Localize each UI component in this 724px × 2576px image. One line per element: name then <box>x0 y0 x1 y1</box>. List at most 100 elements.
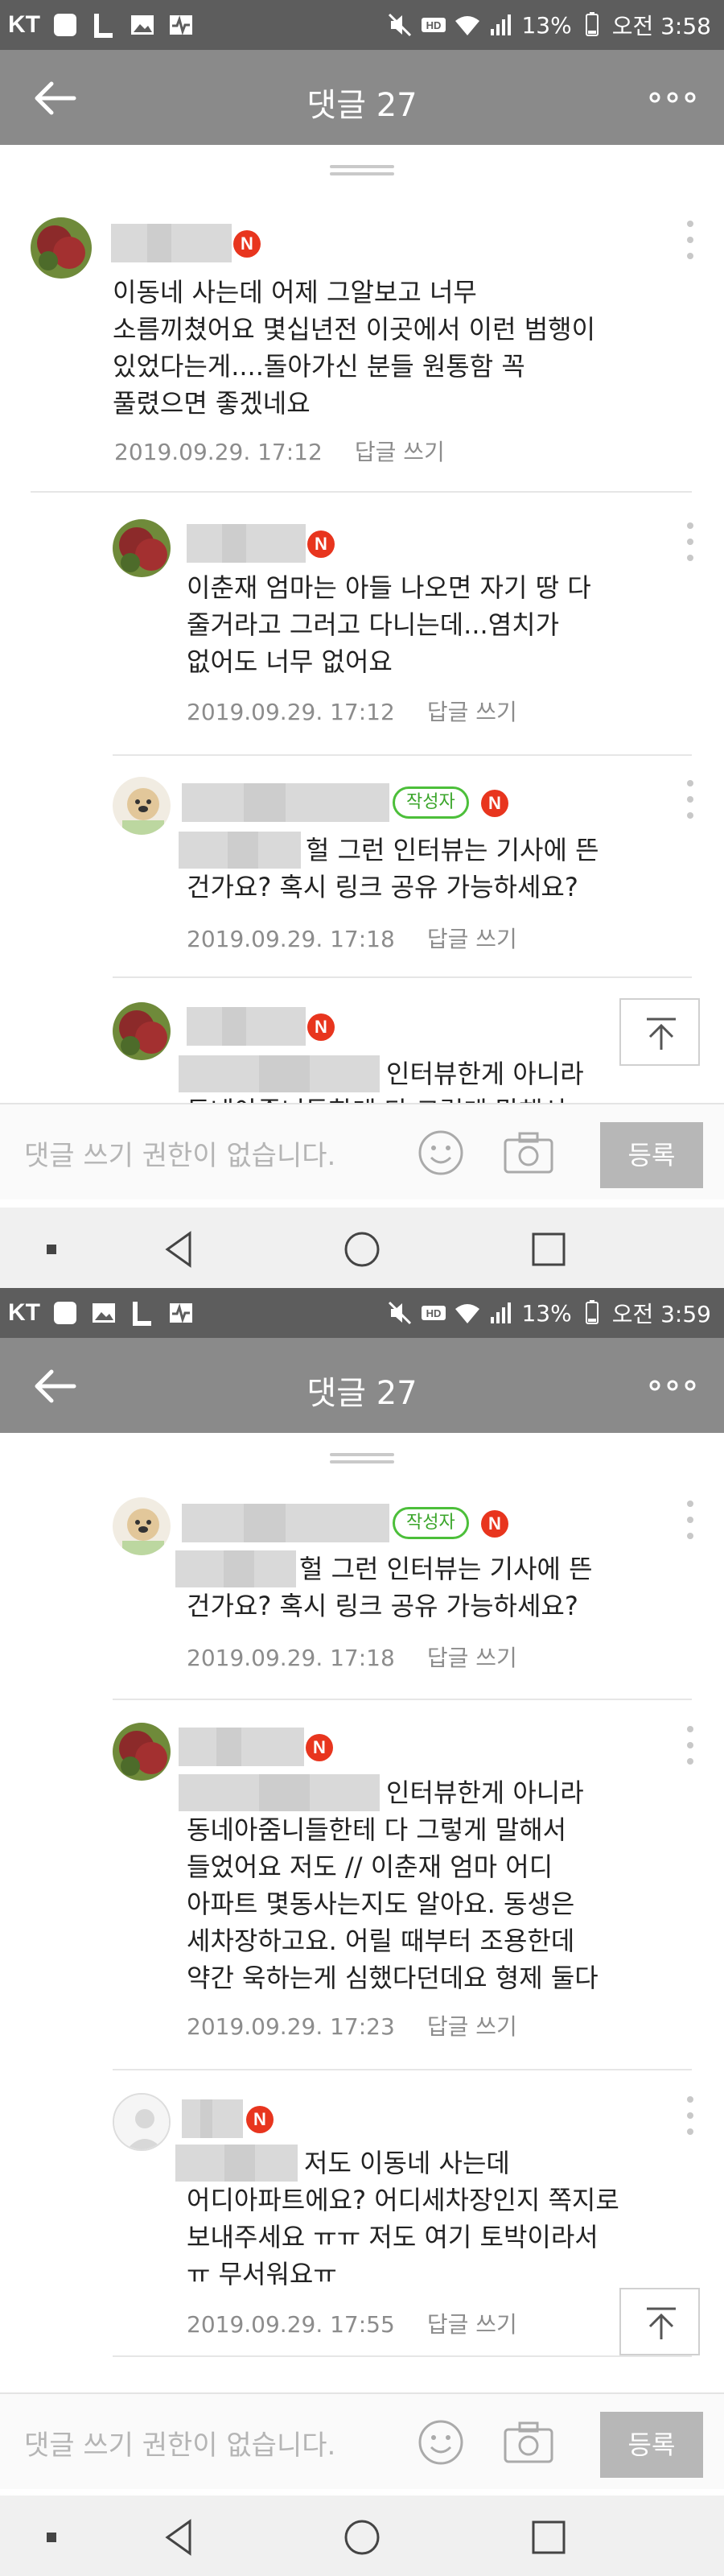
reply-link[interactable]: 답글 쓰기 <box>427 2013 517 2040</box>
avatar[interactable] <box>31 217 92 279</box>
reply-link[interactable]: 답글 쓰기 <box>427 2311 517 2338</box>
activity-icon <box>167 1299 195 1327</box>
nav-overview-button[interactable] <box>526 1227 571 1272</box>
avatar[interactable] <box>113 1002 171 1060</box>
reply-link[interactable]: 답글 쓰기 <box>427 926 517 952</box>
comment-options-button[interactable] <box>682 2093 698 2138</box>
comment-text: 건가요? 혹시 링크 공유 가능하세요? <box>187 1591 578 1621</box>
emoji-button[interactable] <box>415 1127 467 1179</box>
new-badge: N <box>481 790 508 817</box>
reply-link[interactable]: 답글 쓰기 <box>427 1645 517 1671</box>
avatar[interactable] <box>113 1723 171 1781</box>
mute-icon <box>389 13 412 37</box>
comment-text: 어디아파트에요? 어디세차장인지 쪽지로 보내주세요 ㅠㅠ 저도 여기 토박이라… <box>187 2185 619 2289</box>
username-redacted[interactable] <box>182 783 389 822</box>
camera-button[interactable] <box>500 1127 557 1179</box>
mention-redacted[interactable] <box>179 832 301 869</box>
comment-options-button[interactable] <box>682 777 698 822</box>
comment-text: 이춘재 엄마는 아들 나오면 자기 땅 다 줄거라고 그러고 다니는데...염치… <box>187 572 591 677</box>
wifi-icon <box>455 1304 480 1323</box>
kebab-icon <box>687 780 693 819</box>
system-nav-bar <box>0 2496 724 2576</box>
comment-text: 헐 그런 인터뷰는 기사에 뜬 <box>299 1554 593 1584</box>
scroll-to-top-button[interactable] <box>619 2288 700 2355</box>
avatar[interactable] <box>113 519 171 577</box>
comment-date: 2019.09.29. 17:12 <box>114 439 323 465</box>
more-dots-icon <box>649 1380 696 1391</box>
kebab-icon <box>687 2096 693 2135</box>
nav-overview-icon <box>532 1232 566 1266</box>
emoji-icon <box>418 2420 463 2465</box>
comment-composer: 댓글 쓰기 권한이 없습니다. 등록 <box>0 1103 724 1199</box>
nav-home-button[interactable] <box>339 1227 385 1272</box>
comment-text: 인터뷰한게 아니라 <box>386 1777 584 1808</box>
username-redacted[interactable] <box>182 1504 389 1542</box>
author-badge: 작성자 <box>393 786 469 819</box>
nav-home-icon <box>344 2520 380 2555</box>
comment-reply-item: N 인터뷰한게 아니라 동네아줌니들한테 다 그렇게 말해서 <box>0 1002 724 1126</box>
new-badge: N <box>307 1013 335 1041</box>
divider <box>113 1699 692 1700</box>
drag-handle[interactable] <box>330 165 394 176</box>
mention-redacted[interactable] <box>175 1550 296 1587</box>
drag-handle[interactable] <box>330 1453 394 1464</box>
avatar[interactable] <box>113 777 171 835</box>
nav-overview-button[interactable] <box>526 2515 571 2560</box>
signal-icon <box>491 14 512 35</box>
scroll-top-icon <box>647 2307 676 2339</box>
mention-redacted[interactable] <box>179 1774 380 1811</box>
comment-date: 2019.09.29. 17:55 <box>187 2311 395 2338</box>
nav-back-button[interactable] <box>158 1227 203 1272</box>
app-bar: 댓글 27 <box>0 50 724 145</box>
avatar[interactable] <box>113 2093 171 2151</box>
emoji-button[interactable] <box>415 2417 467 2468</box>
comment-meta: 2019.09.29. 17:55 답글 쓰기 <box>187 2307 517 2339</box>
status-bar: KT HD 13% 오전 3:59 <box>0 1288 724 1338</box>
nav-back-button[interactable] <box>158 2515 203 2560</box>
page-title: 댓글 27 <box>306 87 418 124</box>
reply-link[interactable]: 답글 쓰기 <box>427 699 517 725</box>
more-options-button[interactable] <box>648 85 697 109</box>
svg-text:HD: HD <box>426 1307 442 1319</box>
username-redacted[interactable] <box>179 1728 304 1766</box>
scroll-to-top-button[interactable] <box>619 998 700 1066</box>
carrier-label: KT <box>8 11 40 38</box>
avatar[interactable] <box>113 1497 171 1555</box>
comment-options-button[interactable] <box>682 519 698 564</box>
mention-redacted[interactable] <box>175 2145 298 2182</box>
submit-button[interactable]: 등록 <box>600 1122 703 1188</box>
comment-meta: 2019.09.29. 17:23 답글 쓰기 <box>187 2009 517 2041</box>
username-redacted[interactable] <box>187 524 306 563</box>
comment-input[interactable]: 댓글 쓰기 권한이 없습니다. <box>24 2423 335 2462</box>
username-redacted[interactable] <box>182 2099 243 2138</box>
nav-home-button[interactable] <box>339 2515 385 2560</box>
recent-button[interactable] <box>29 1227 74 1272</box>
more-options-button[interactable] <box>648 1373 697 1397</box>
comment-input[interactable]: 댓글 쓰기 권한이 없습니다. <box>24 1133 335 1173</box>
status-bar: KT HD 13% 오전 3:58 <box>0 0 724 50</box>
comment-options-button[interactable] <box>682 217 698 262</box>
comment-date: 2019.09.29. 17:18 <box>187 1645 395 1671</box>
mention-redacted[interactable] <box>179 1055 380 1092</box>
notification-square-icon <box>51 11 79 39</box>
app-l-icon <box>90 11 117 39</box>
submit-button[interactable]: 등록 <box>600 2412 703 2478</box>
comment-text: 이동네 사는데 어제 그알보고 너무 소름끼쳤어요 몇십년전 이곳에서 이런 범… <box>113 277 596 419</box>
camera-button[interactable] <box>500 2417 557 2468</box>
battery-percent: 13% <box>521 11 572 39</box>
comment-reply-item: 작성자 N 헐 그런 인터뷰는 기사에 뜬 건가요? 혹시 링크 공유 가능하세… <box>0 777 724 982</box>
reply-link[interactable]: 답글 쓰기 <box>355 439 445 465</box>
divider <box>31 491 692 493</box>
username-redacted[interactable] <box>187 1007 306 1046</box>
comment-meta: 2019.09.29. 17:12 답글 쓰기 <box>187 695 517 727</box>
comment-options-button[interactable] <box>682 1497 698 1542</box>
comment-options-button[interactable] <box>682 1723 698 1768</box>
comment-text: 저도 이동네 사는데 <box>304 2148 510 2178</box>
recent-button[interactable] <box>29 2515 74 2560</box>
comment-reply-item: 작성자 N 헐 그런 인터뷰는 기사에 뜬 건가요? 혹시 링크 공유 가능하세… <box>0 1497 724 1707</box>
username-redacted[interactable] <box>111 224 232 262</box>
battery-percent: 13% <box>521 1299 572 1327</box>
comment-text: 헐 그런 인터뷰는 기사에 뜬 <box>306 835 599 865</box>
comment-meta: 2019.09.29. 17:18 답글 쓰기 <box>187 1641 517 1673</box>
nav-home-icon <box>344 1232 380 1267</box>
